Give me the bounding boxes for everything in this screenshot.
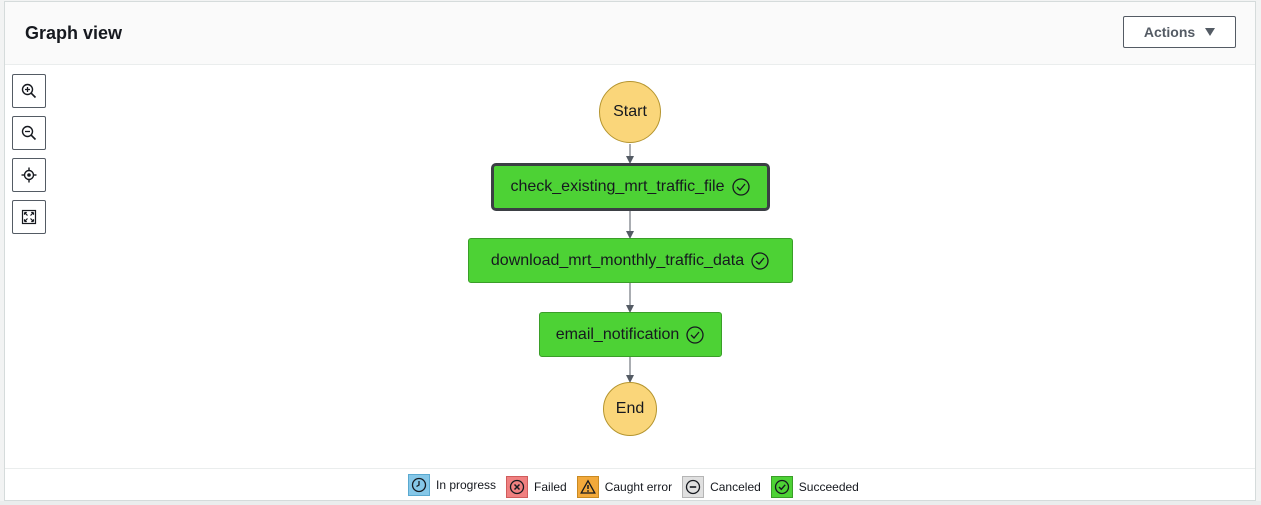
start-label: Start	[613, 103, 647, 120]
graph-view-panel: Graph view Actions Start check_existing_…	[4, 1, 1256, 501]
state-node-check-existing[interactable]: check_existing_mrt_traffic_file	[491, 163, 770, 211]
fit-to-screen-button[interactable]	[12, 200, 46, 234]
legend-label: Canceled	[710, 480, 761, 494]
check-circle-icon	[770, 476, 793, 498]
x-circle-icon	[506, 476, 529, 498]
center-button[interactable]	[12, 158, 46, 192]
end-label: End	[615, 400, 645, 417]
zoom-out-button[interactable]	[12, 116, 46, 150]
bottom-strip	[0, 501, 1261, 505]
state-label: email_notification	[555, 325, 680, 343]
state-label: download_mrt_monthly_traffic_data	[490, 251, 745, 269]
state-node-download[interactable]: download_mrt_monthly_traffic_data	[468, 238, 793, 283]
check-circle-icon	[751, 251, 769, 270]
end-node: End	[603, 382, 657, 436]
center-icon	[21, 167, 37, 183]
check-circle-icon	[686, 325, 704, 344]
zoom-in-button[interactable]	[12, 74, 46, 108]
legend-item-failed: Failed	[506, 476, 567, 498]
check-circle-icon	[731, 178, 750, 196]
minus-circle-icon	[682, 476, 705, 498]
legend-item-caught-error: Caught error	[576, 476, 673, 498]
legend-item-canceled: Canceled	[682, 476, 761, 498]
legend-bar: In progress Failed Caught error Canceled…	[5, 468, 1255, 501]
fit-to-screen-icon	[21, 209, 37, 225]
legend-label: Caught error	[604, 480, 673, 494]
status-legend: In progress Failed Caught error Canceled…	[408, 474, 869, 498]
state-machine-graph: Start check_existing_mrt_traffic_file do…	[5, 2, 1257, 502]
legend-label: Failed	[534, 480, 567, 494]
legend-item-succeeded: Succeeded	[770, 476, 859, 498]
legend-item-in-progress: In progress	[408, 474, 497, 498]
zoom-out-icon	[21, 125, 37, 141]
clock-icon	[408, 474, 430, 496]
legend-label: Succeeded	[798, 480, 859, 494]
zoom-in-icon	[21, 83, 37, 99]
legend-label: In progress	[436, 478, 497, 492]
start-node: Start	[599, 81, 661, 143]
zoom-controls	[12, 74, 46, 234]
state-node-email[interactable]: email_notification	[539, 312, 722, 357]
state-label: check_existing_mrt_traffic_file	[510, 178, 725, 195]
warning-icon	[576, 476, 599, 498]
